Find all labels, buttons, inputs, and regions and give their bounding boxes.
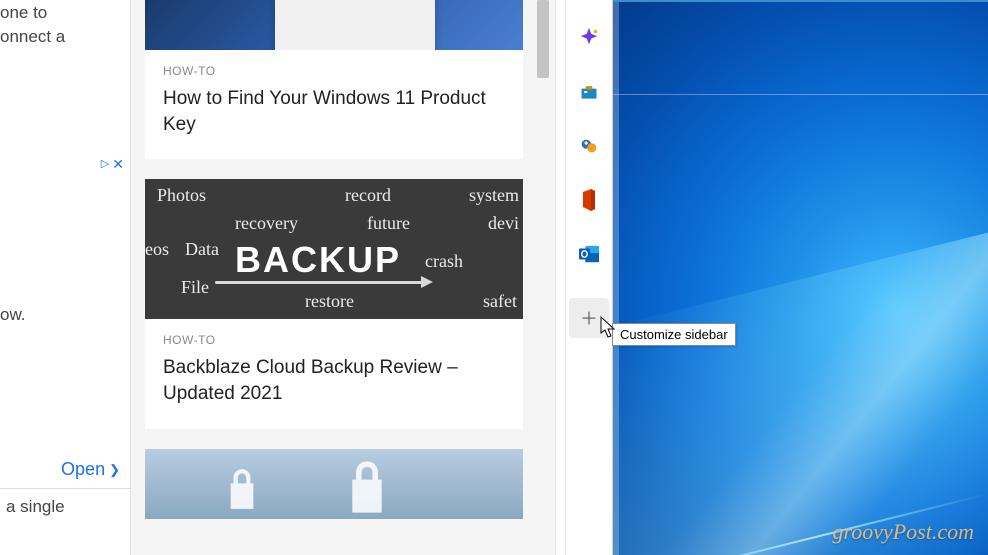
plus-icon [580,309,598,327]
article-category: HOW-TO [163,333,505,347]
chalk-word-backup: BACKUP [235,239,401,281]
chalk-word: Photos [157,185,206,206]
text-line: one to [0,1,130,25]
scrollbar-thumb[interactable] [537,0,549,78]
chalk-word: crash [425,251,463,272]
chalk-word: recovery [235,213,298,234]
scrollbar-track[interactable] [531,0,555,555]
article-card[interactable]: Photos record system recovery future dev… [145,179,523,428]
copilot-icon[interactable] [573,22,605,54]
ad-open-link[interactable]: Open ❯ [61,457,120,482]
article-title[interactable]: Backblaze Cloud Backup Review – Updated … [163,355,505,406]
article-thumbnail [145,0,523,50]
customize-sidebar-button[interactable] [569,298,609,338]
adchoices-play-icon[interactable]: ▷ [101,157,109,172]
article-category: HOW-TO [163,64,505,78]
tooltip: Customize sidebar [612,323,736,346]
chalk-word: Data [185,239,219,260]
edge-sidebar [565,0,613,555]
adchoices-close-icon[interactable]: ✕ [112,155,124,175]
article-thumbnail: Photos record system recovery future dev… [145,179,523,319]
chalk-word: system [469,185,519,206]
desktop-wallpaper[interactable] [613,0,988,555]
underline-arrow [215,281,425,284]
outlook-icon[interactable] [573,238,605,270]
text-fragment: one to onnect a [0,1,130,49]
office-icon[interactable] [573,184,605,216]
divider [0,488,131,489]
spacer [555,0,565,555]
text-fragment: a single [6,495,65,519]
chalk-word: safet [483,291,517,312]
lock-icon [225,469,259,509]
text-line: onnect a [0,25,130,49]
article-thumbnail [145,449,523,519]
left-ad-fragment: one to onnect a ▷ ✕ ow. Open ❯ a single [0,0,131,555]
article-card[interactable]: HOW-TO How to Find Your Windows 11 Produ… [145,0,523,159]
chalk-word: devi [488,213,519,234]
chalk-word: restore [305,291,354,312]
article-card[interactable] [145,449,523,519]
chalk-word: eos [145,239,169,260]
watermark: groovyPost.com [832,519,974,545]
games-icon[interactable] [573,130,605,162]
chalk-word: File [181,277,209,298]
text-fragment: ow. [0,303,26,327]
open-label: Open [61,457,105,482]
tools-icon[interactable] [573,76,605,108]
lock-icon [345,461,389,513]
adchoices[interactable]: ▷ ✕ [101,155,124,175]
chalk-word: future [367,213,410,234]
chalk-word: record [345,185,391,206]
article-title[interactable]: How to Find Your Windows 11 Product Key [163,86,505,137]
chevron-right-icon: ❯ [109,461,120,479]
article-list: HOW-TO How to Find Your Windows 11 Produ… [131,0,531,555]
